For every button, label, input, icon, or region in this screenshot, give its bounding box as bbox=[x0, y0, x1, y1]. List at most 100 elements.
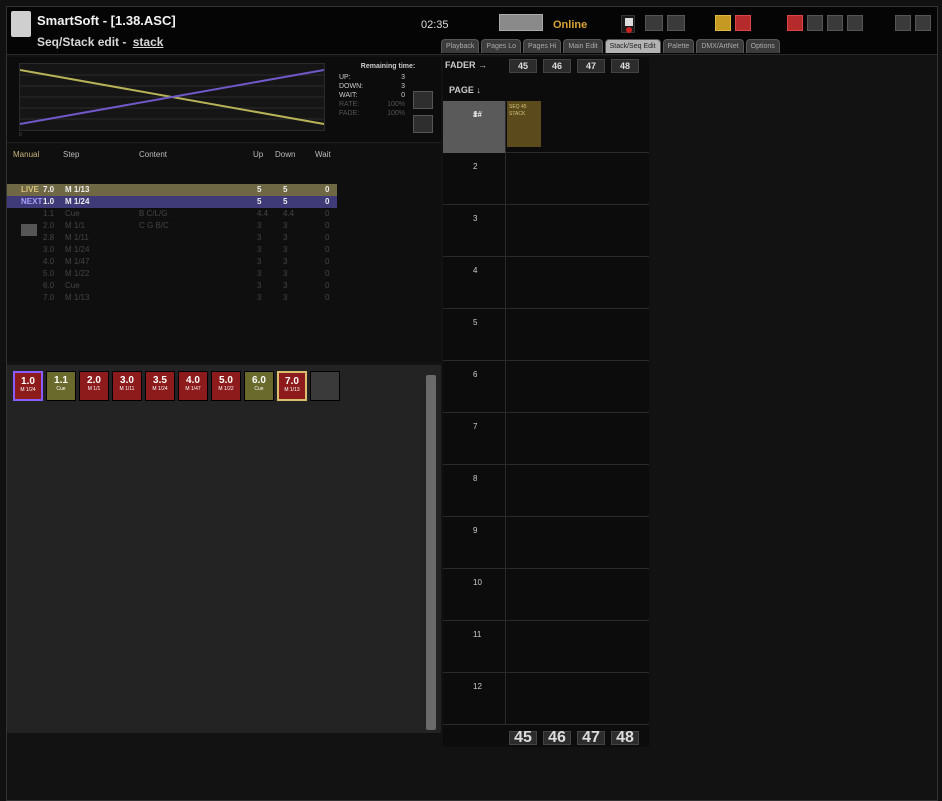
chip-content: Cue bbox=[56, 386, 66, 392]
step-row[interactable]: 4.0 M 1/47 3 3 0 bbox=[7, 256, 337, 268]
page-number-cell[interactable]: 8 bbox=[443, 465, 505, 517]
page-number-cell[interactable]: 10 bbox=[443, 569, 505, 621]
cell-divider bbox=[505, 309, 506, 361]
tab-main-edit[interactable]: Main Edit bbox=[563, 39, 603, 53]
step-side-button[interactable] bbox=[21, 224, 37, 236]
fader-footer-47[interactable]: 47 bbox=[577, 730, 605, 746]
step-wait: 0 bbox=[325, 269, 330, 278]
assigned-sequence-cell[interactable]: SEQ 45 STACK bbox=[507, 101, 541, 147]
toolbar-button-c[interactable] bbox=[807, 15, 823, 31]
page-number-cell[interactable]: 2 bbox=[443, 153, 505, 205]
step-number: 2.0 bbox=[43, 221, 55, 230]
step-row[interactable]: NEXT 1.0 M 1/24 5 5 0 bbox=[7, 196, 337, 208]
page-number-cell[interactable]: 6 bbox=[443, 361, 505, 413]
fader-footer-46[interactable]: 46 bbox=[543, 730, 571, 746]
flash-icon[interactable] bbox=[735, 15, 751, 31]
step-row[interactable]: 3.0 M 1/24 3 3 0 bbox=[7, 244, 337, 256]
rate-button[interactable] bbox=[413, 91, 433, 109]
step-content: M 1/11 bbox=[65, 233, 89, 242]
chip-content: M 1/24 bbox=[20, 387, 36, 393]
chip-content: M 1/47 bbox=[185, 386, 201, 392]
cell-divider bbox=[505, 361, 506, 413]
page-row: 5 bbox=[443, 309, 649, 361]
step-chip[interactable] bbox=[310, 371, 340, 401]
step-row[interactable]: 6.0 Cue 3 3 0 bbox=[7, 280, 337, 292]
step-content: M 1/24 bbox=[65, 245, 90, 254]
step-wait: 0 bbox=[325, 197, 330, 206]
step-number: 1.0 bbox=[43, 197, 55, 206]
fade-button[interactable] bbox=[413, 115, 433, 133]
remaining-time: Remaining time: UP: 3 DOWN: 3 WAIT: 0 RATE:… bbox=[339, 63, 437, 133]
chip-step-number: 5.0 bbox=[219, 375, 233, 386]
toolbar-button-d[interactable] bbox=[827, 15, 843, 31]
header-manual[interactable]: Manual bbox=[13, 150, 39, 159]
toolbar-button-a[interactable] bbox=[645, 15, 663, 31]
page-number: 12 bbox=[473, 682, 482, 691]
page-number-cell[interactable]: 11 bbox=[443, 621, 505, 673]
page-number-cell[interactable]: 4 bbox=[443, 257, 505, 309]
tab-stack-seq-edit[interactable]: Stack/Seq Edit bbox=[604, 39, 661, 53]
alarm-icon[interactable] bbox=[787, 15, 803, 31]
page-number-cell[interactable]: 1 ## bbox=[443, 101, 505, 153]
cell-divider bbox=[505, 621, 506, 673]
online-toggle-button[interactable] bbox=[499, 14, 543, 31]
page-number-cell[interactable]: 7 bbox=[443, 413, 505, 465]
tab-pages-lo[interactable]: Pages Lo bbox=[481, 39, 521, 53]
tab-playback[interactable]: Playback bbox=[441, 39, 480, 53]
page-row: 9 bbox=[443, 517, 649, 569]
tab-pages-hi[interactable]: Pages Hi bbox=[523, 39, 562, 53]
step-wait: 0 bbox=[325, 245, 330, 254]
step-number: 5.0 bbox=[43, 269, 55, 278]
cell-divider bbox=[505, 153, 506, 205]
step-chip[interactable]: 7.0 M 1/13 bbox=[277, 371, 307, 401]
step-row[interactable]: 7.0 M 1/13 3 3 0 bbox=[7, 292, 337, 304]
step-content: M 1/47 bbox=[65, 257, 90, 266]
step-chip[interactable]: 5.0 M 1/22 bbox=[211, 371, 241, 401]
fader-46[interactable]: 46 bbox=[543, 59, 571, 73]
vertical-scrollbar[interactable] bbox=[426, 375, 436, 730]
tab-options[interactable]: Options bbox=[745, 39, 780, 53]
step-content: Cue bbox=[65, 209, 80, 218]
step-wait: 0 bbox=[325, 257, 330, 266]
step-chip[interactable]: 3.5 M 1/24 bbox=[145, 371, 175, 401]
step-chip[interactable]: 1.1 Cue bbox=[46, 371, 76, 401]
fader-45[interactable]: 45 bbox=[509, 59, 537, 73]
step-row[interactable]: LIVE 7.0 M 1/13 5 5 0 bbox=[7, 184, 337, 196]
step-chip[interactable]: 3.0 M 1/11 bbox=[112, 371, 142, 401]
page-number-cell[interactable]: 3 bbox=[443, 205, 505, 257]
solo-icon[interactable] bbox=[715, 15, 731, 31]
step-row[interactable]: 2.8 M 1/11 3 3 0 bbox=[7, 232, 337, 244]
step-row[interactable]: 1.1 Cue B C/L/G 4.4 4.4 0 bbox=[7, 208, 337, 220]
fader-47[interactable]: 47 bbox=[577, 59, 605, 73]
step-chip[interactable]: 4.0 M 1/47 bbox=[178, 371, 208, 401]
page-number-cell[interactable]: 9 bbox=[443, 517, 505, 569]
record-icon[interactable] bbox=[621, 15, 635, 33]
page-row: 2 bbox=[443, 153, 649, 205]
chip-content: M 1/1 bbox=[87, 386, 101, 392]
step-row[interactable]: 5.0 M 1/22 3 3 0 bbox=[7, 268, 337, 280]
step-content: M 1/13 bbox=[65, 185, 90, 194]
step-up: 3 bbox=[257, 221, 262, 230]
step-down: 3 bbox=[283, 221, 288, 230]
toolbar-button-b[interactable] bbox=[667, 15, 685, 31]
step-chip[interactable]: 6.0 Cue bbox=[244, 371, 274, 401]
fader-48[interactable]: 48 bbox=[611, 59, 639, 73]
page-number-cell[interactable]: 5 bbox=[443, 309, 505, 361]
stack-link[interactable]: stack bbox=[133, 35, 164, 49]
page-row: 12 bbox=[443, 673, 649, 725]
fader-footer-48[interactable]: 48 bbox=[611, 730, 639, 746]
page-row: 8 bbox=[443, 465, 649, 517]
tab-dmx-artnet[interactable]: DMX/ArtNet bbox=[696, 39, 744, 53]
fader-footer-45[interactable]: 45 bbox=[509, 730, 537, 746]
step-chip[interactable]: 1.0 M 1/24 bbox=[13, 371, 43, 401]
minimize-icon[interactable] bbox=[895, 15, 911, 31]
cell-divider bbox=[505, 101, 506, 153]
page-number-cell[interactable]: 12 bbox=[443, 673, 505, 725]
step-chip[interactable]: 2.0 M 1/1 bbox=[79, 371, 109, 401]
close-icon[interactable] bbox=[915, 15, 931, 31]
toolbar-button-e[interactable] bbox=[847, 15, 863, 31]
tab-palette[interactable]: Palette bbox=[662, 39, 695, 53]
clock: 02:35 bbox=[421, 19, 449, 31]
step-row[interactable]: 2.0 M 1/1 C G B/C 3 3 0 bbox=[7, 220, 337, 232]
step-number: 2.8 bbox=[43, 233, 55, 242]
